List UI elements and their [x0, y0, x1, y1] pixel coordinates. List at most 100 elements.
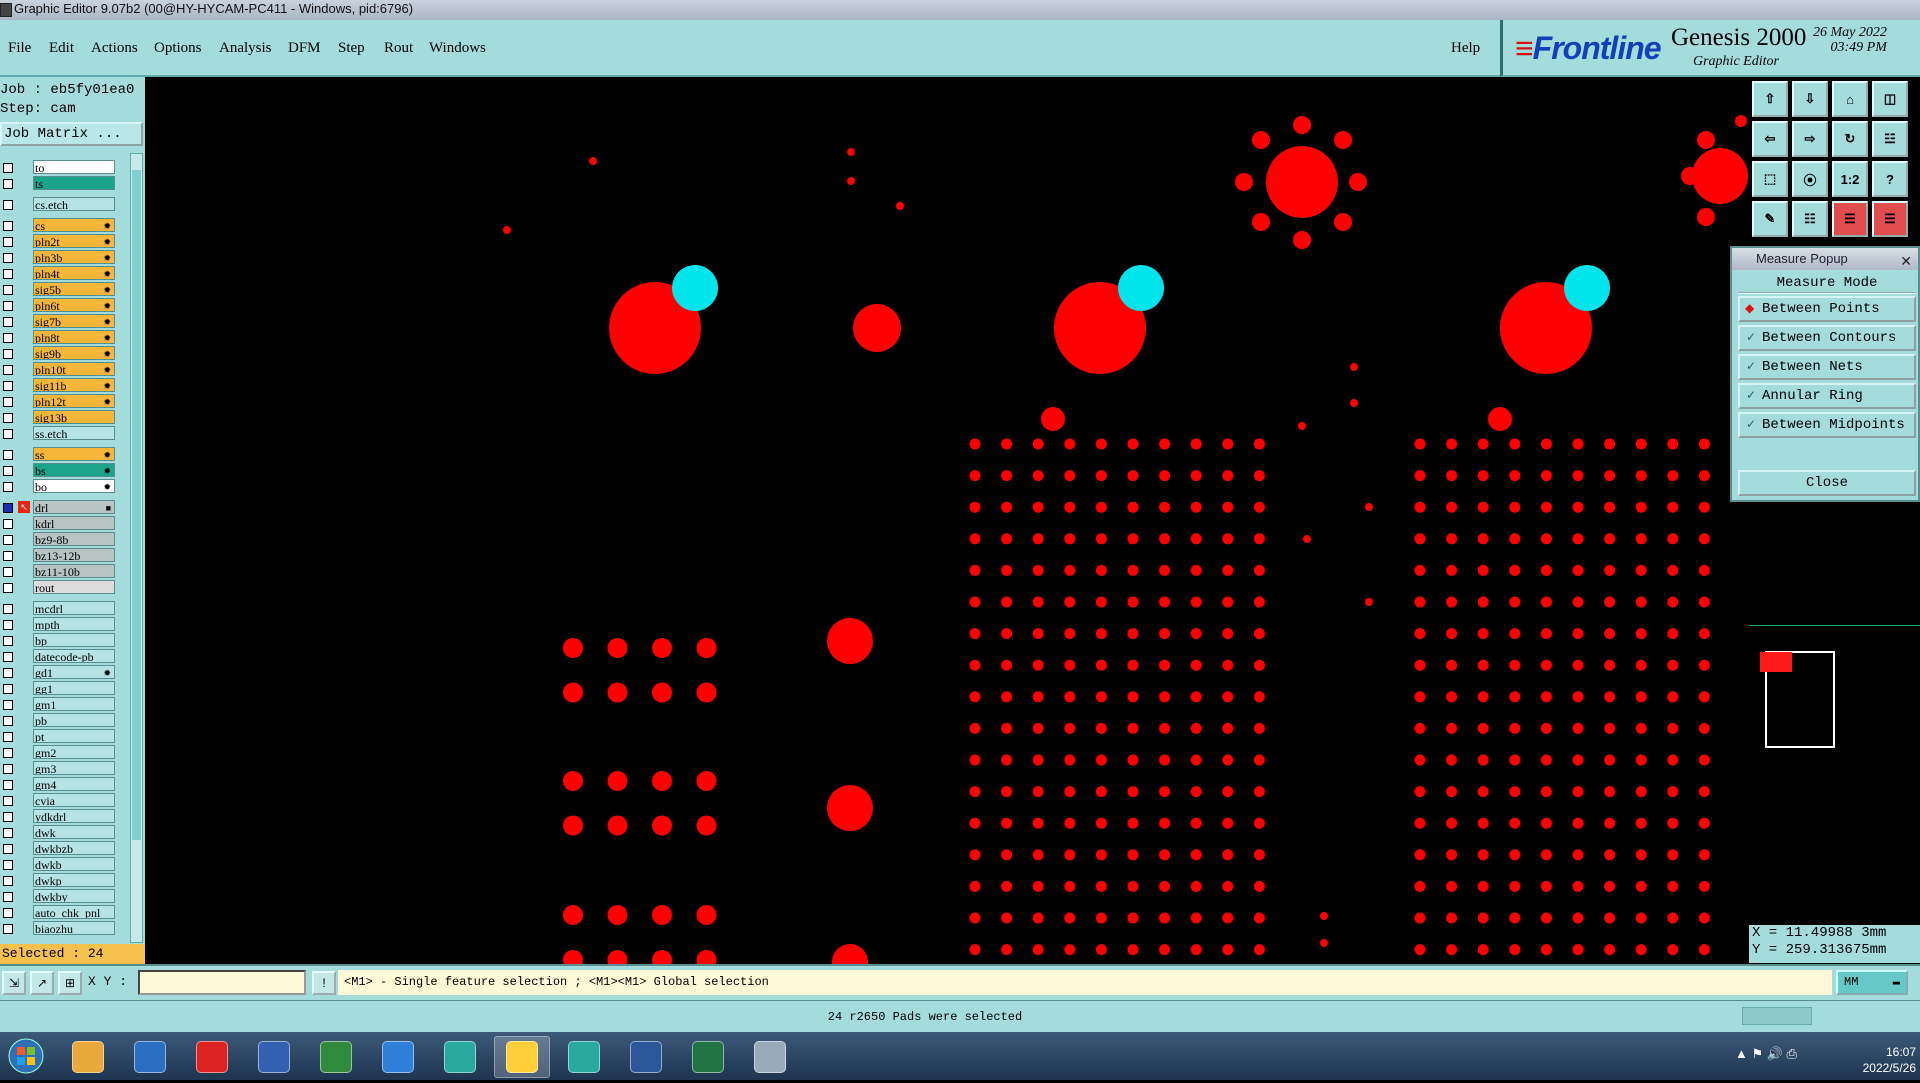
pad-grid[interactable] [1509, 880, 1521, 892]
pad-grid[interactable] [1540, 817, 1552, 829]
pad-grid[interactable] [1509, 786, 1521, 798]
pad-grid[interactable] [1540, 849, 1552, 861]
pad-grid[interactable] [1064, 691, 1076, 703]
layer-checkbox[interactable] [3, 780, 13, 790]
pad-grid[interactable] [1222, 659, 1234, 671]
pad-small[interactable] [1041, 407, 1065, 431]
select-icon[interactable]: ⇲ [2, 971, 26, 995]
layer-row-gg1[interactable]: gg1 [0, 681, 120, 696]
pad-grid[interactable] [1159, 533, 1171, 545]
pad-grid[interactable] [1127, 722, 1139, 734]
pad-grid[interactable] [1001, 564, 1013, 576]
pad-small[interactable] [1235, 173, 1253, 191]
pad-grid[interactable] [1635, 817, 1647, 829]
pad-grid[interactable] [1095, 533, 1107, 545]
clock[interactable]: 16:07 2022/5/26 [1820, 1044, 1916, 1076]
layer-row-kdrl[interactable]: kdrl [0, 516, 120, 531]
layer-row-bo[interactable]: bo ✹ [0, 479, 120, 494]
pad-grid[interactable] [1159, 659, 1171, 671]
pad-grid[interactable] [1540, 470, 1552, 482]
pad-grid[interactable] [1477, 470, 1489, 482]
pad-grid[interactable] [1222, 438, 1234, 450]
pad-grid[interactable] [1698, 722, 1710, 734]
shell-icon[interactable] [60, 1036, 116, 1078]
layer-name[interactable]: mcdrl [33, 601, 115, 615]
layer-checkbox[interactable] [3, 716, 13, 726]
pad-grid[interactable] [1414, 501, 1426, 513]
pad-grid[interactable] [1446, 691, 1458, 703]
pad-grid[interactable] [1001, 470, 1013, 482]
pad-grid[interactable] [1698, 564, 1710, 576]
layer-name[interactable]: auto_chk_pnl [33, 905, 115, 919]
pad-grid[interactable] [1604, 849, 1616, 861]
layer-row-rout[interactable]: rout [0, 580, 120, 595]
measure-option-between-points[interactable]: ◆ Between Points [1738, 296, 1916, 322]
layer-row-cs.etch[interactable]: cs.etch [0, 197, 120, 212]
layer-checkbox[interactable] [3, 812, 13, 822]
pad-grid[interactable] [1190, 596, 1202, 608]
measure-option-annular-ring[interactable]: ✓ Annular Ring [1738, 383, 1916, 409]
layer-checkbox[interactable] [3, 450, 13, 460]
pad-grid[interactable] [1190, 501, 1202, 513]
pad-grid[interactable] [1446, 944, 1458, 956]
pad-grid[interactable] [1064, 786, 1076, 798]
pad-grid[interactable] [1667, 628, 1679, 640]
pad-grid[interactable] [1604, 533, 1616, 545]
pad-grid[interactable] [1190, 786, 1202, 798]
pad-grid[interactable] [1032, 817, 1044, 829]
pad-grid[interactable] [1572, 533, 1584, 545]
pad-grid[interactable] [1001, 912, 1013, 924]
pad-grid[interactable] [563, 950, 583, 970]
pad-grid[interactable] [1635, 596, 1647, 608]
pad-grid[interactable] [1477, 596, 1489, 608]
pad-grid[interactable] [1064, 470, 1076, 482]
pad-grid[interactable] [696, 771, 717, 791]
layer-row-pln6t[interactable]: pln6t ✹ [0, 298, 120, 313]
pad-grid[interactable] [696, 815, 717, 836]
layer-checkbox[interactable] [3, 583, 13, 593]
layer-checkbox[interactable] [3, 636, 13, 646]
layer-checkbox[interactable] [3, 317, 13, 327]
pad-grid[interactable] [1509, 944, 1521, 956]
pad-grid[interactable] [1414, 438, 1426, 450]
pad-grid[interactable] [1446, 849, 1458, 861]
layer-row-gm3[interactable]: gm3 [0, 761, 120, 776]
pad-grid[interactable] [1414, 659, 1426, 671]
zoom-home-icon[interactable]: ⇧ [1752, 81, 1788, 117]
pad-grid[interactable] [652, 905, 672, 925]
graphic-canvas[interactable] [145, 77, 1749, 1019]
layer-checkbox[interactable] [3, 860, 13, 870]
pad-grid[interactable] [1509, 849, 1521, 861]
pad-grid[interactable] [1127, 691, 1139, 703]
pad-grid[interactable] [1064, 754, 1076, 766]
layer-checkbox[interactable] [3, 253, 13, 263]
pad-grid[interactable] [1446, 754, 1458, 766]
pad-grid[interactable] [1253, 754, 1265, 766]
measure-option-between-nets[interactable]: ✓ Between Nets [1738, 354, 1916, 380]
pad-highlight[interactable] [1564, 265, 1610, 311]
pad-grid[interactable] [1667, 691, 1679, 703]
pad-grid[interactable] [652, 771, 672, 791]
pad-grid[interactable] [1572, 880, 1584, 892]
pad-grid[interactable] [696, 905, 717, 925]
pad-grid[interactable] [1064, 659, 1076, 671]
pad-grid[interactable] [1127, 533, 1139, 545]
layer-name[interactable]: ss.etch [33, 426, 115, 440]
pad-grid[interactable] [1667, 470, 1679, 482]
pad-grid[interactable] [1540, 912, 1552, 924]
layer-checkbox[interactable] [3, 844, 13, 854]
layer-checkbox[interactable] [3, 924, 13, 934]
layer-checkbox[interactable] [3, 163, 13, 173]
grid-icon[interactable]: ☷ [1792, 201, 1828, 237]
pad-grid[interactable] [1032, 786, 1044, 798]
pad-grid[interactable] [1222, 564, 1234, 576]
pad-grid[interactable] [563, 771, 583, 791]
pad-grid[interactable] [1032, 438, 1044, 450]
pad-grid[interactable] [1477, 691, 1489, 703]
pad-grid[interactable] [696, 682, 717, 703]
eye-icon-2[interactable] [556, 1036, 612, 1078]
pad-grid[interactable] [1222, 944, 1234, 956]
pad-small[interactable] [1252, 213, 1270, 231]
pad-grid[interactable] [1032, 628, 1044, 640]
menu-analysis[interactable]: Analysis [219, 40, 272, 57]
